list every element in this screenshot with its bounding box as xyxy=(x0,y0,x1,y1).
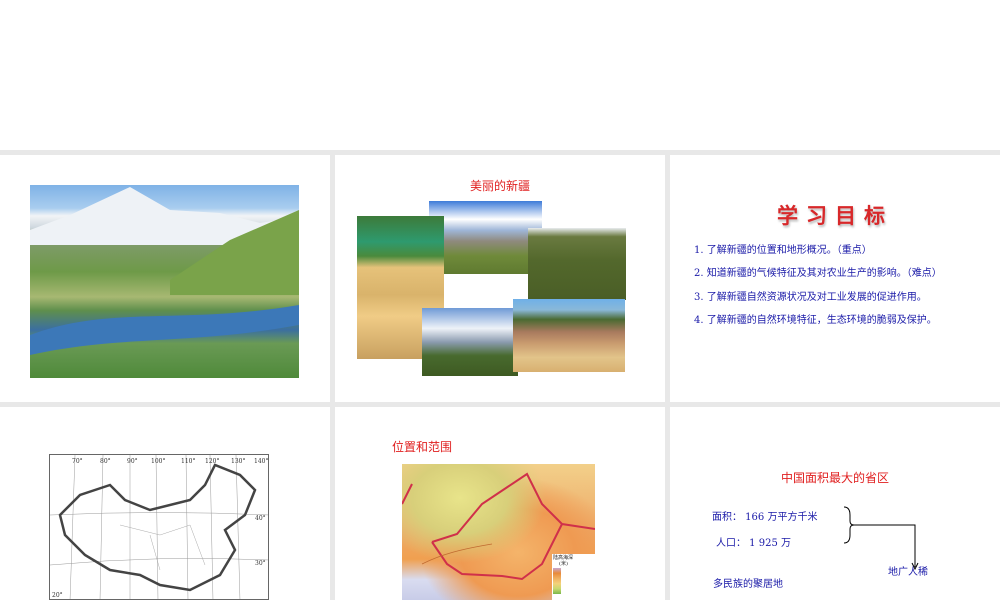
slide-thumbnail-6[interactable]: 中国面积最大的省区 面积： 166 万平方千米 人口： 1 925 万 地广人稀… xyxy=(670,407,1000,600)
slide-title: 位置和范围 xyxy=(392,440,453,454)
slide-thumbnail-5[interactable]: 位置和范围 陆高海深 (米) xyxy=(335,407,665,600)
lon-label: 70° xyxy=(72,458,83,465)
slide-title: 中国面积最大的省区 xyxy=(780,471,889,485)
slide-thumbnail-3[interactable]: 学习目标 1. 了解新疆的位置和地形概况。（重点） 2. 知道新疆的气候特征及其… xyxy=(670,155,1000,402)
lat-label: 40° xyxy=(255,515,266,522)
legend-color-bar xyxy=(553,568,561,594)
slide-title: 美丽的新疆 xyxy=(469,179,530,193)
lon-label: 100° xyxy=(151,458,165,465)
lon-label: 80° xyxy=(100,458,111,465)
lon-label: 90° xyxy=(127,458,138,465)
goal-item: 2. 知道新疆的气候特征及其对农业生产的影响。（难点） xyxy=(694,268,942,279)
elevation-legend: 陆高海深 (米) xyxy=(552,554,595,600)
mountain-illustration xyxy=(30,187,299,355)
goal-item: 3. 了解新疆自然资源状况及对工业发展的促进作用。 xyxy=(694,292,927,303)
lon-label: 130° xyxy=(231,458,245,465)
legend-unit: (米) xyxy=(559,561,568,567)
landscape-photo xyxy=(30,185,299,378)
forest-river-photo xyxy=(528,228,626,300)
china-map-illustration: 70° 80° 90° 100° 110° 120° 130° 140° 40°… xyxy=(50,455,268,599)
goal-item: 1. 了解新疆的位置和地形概况。（重点） xyxy=(694,245,872,256)
lon-label: 140° xyxy=(254,458,268,465)
slide-thumbnail-1[interactable] xyxy=(0,155,330,402)
area-text: 面积： 166 万平方千米 xyxy=(712,512,818,523)
lat-label: 30° xyxy=(255,560,266,567)
ethnic-text: 多民族的聚居地 xyxy=(713,579,783,590)
canyon-photo xyxy=(513,299,625,372)
conclusion-text: 地广人稀 xyxy=(888,567,928,578)
xinjiang-terrain-map: 陆高海深 (米) xyxy=(402,464,595,600)
lat-label: 20° xyxy=(52,592,63,599)
slide-thumbnail-2[interactable]: 美丽的新疆 xyxy=(335,155,665,402)
goal-item: 4. 了解新疆的自然环境特征，生态环境的脆弱及保护。 xyxy=(694,315,937,326)
snow-peak-photo xyxy=(422,308,518,376)
bracket-arrow xyxy=(843,506,919,571)
china-outline-map: 70° 80° 90° 100° 110° 120° 130° 140° 40°… xyxy=(49,454,269,600)
mountain-pasture-photo xyxy=(429,201,542,274)
slide-title: 学习目标 xyxy=(777,204,893,228)
lon-label: 120° xyxy=(205,458,219,465)
lon-label: 110° xyxy=(181,458,195,465)
slide-thumbnail-4[interactable]: 70° 80° 90° 100° 110° 120° 130° 140° 40°… xyxy=(0,407,330,600)
population-text: 人口： 1 925 万 xyxy=(716,538,791,549)
